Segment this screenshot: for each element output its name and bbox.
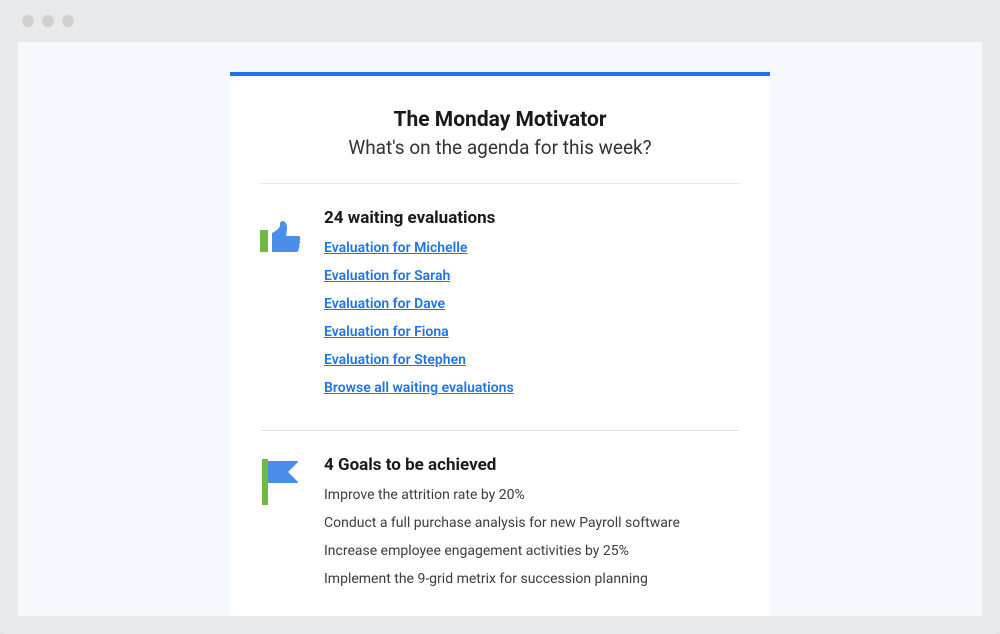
window-control-close[interactable] bbox=[22, 15, 34, 27]
goal-item: Increase employee engagement activities … bbox=[324, 543, 740, 559]
goal-item: Conduct a full purchase analysis for new… bbox=[324, 515, 740, 531]
email-subtitle: What's on the agenda for this week? bbox=[260, 136, 740, 159]
evaluation-link[interactable]: Evaluation for Michelle bbox=[324, 240, 467, 256]
window-titlebar bbox=[0, 0, 1000, 42]
evaluation-link[interactable]: Evaluation for Dave bbox=[324, 296, 445, 312]
browse-all-evaluations-link[interactable]: Browse all waiting evaluations bbox=[324, 380, 514, 396]
goals-section: 4 Goals to be achieved Improve the attri… bbox=[230, 431, 770, 616]
evaluations-list: Evaluation for Michelle Evaluation for S… bbox=[324, 240, 740, 396]
evaluation-link[interactable]: Evaluation for Fiona bbox=[324, 324, 449, 340]
email-title: The Monday Motivator bbox=[260, 108, 740, 132]
evaluation-link[interactable]: Evaluation for Stephen bbox=[324, 352, 466, 368]
goals-heading: 4 Goals to be achieved bbox=[324, 455, 740, 475]
evaluation-link[interactable]: Evaluation for Sarah bbox=[324, 268, 450, 284]
email-header: The Monday Motivator What's on the agend… bbox=[230, 76, 770, 183]
goal-item: Improve the attrition rate by 20% bbox=[324, 487, 740, 503]
flag-icon bbox=[260, 455, 302, 507]
window-control-maximize[interactable] bbox=[62, 15, 74, 27]
goal-item: Implement the 9-grid metrix for successi… bbox=[324, 571, 740, 587]
evaluations-section: 24 waiting evaluations Evaluation for Mi… bbox=[230, 184, 770, 430]
email-card: The Monday Motivator What's on the agend… bbox=[230, 72, 770, 616]
goals-list: Improve the attrition rate by 20% Conduc… bbox=[324, 487, 740, 587]
window-control-minimize[interactable] bbox=[42, 15, 54, 27]
goals-body: 4 Goals to be achieved Improve the attri… bbox=[324, 455, 740, 599]
page-canvas: The Monday Motivator What's on the agend… bbox=[18, 42, 982, 616]
window-frame: The Monday Motivator What's on the agend… bbox=[0, 0, 1000, 634]
evaluations-heading: 24 waiting evaluations bbox=[324, 208, 740, 228]
thumbs-up-icon bbox=[260, 208, 302, 254]
evaluations-body: 24 waiting evaluations Evaluation for Mi… bbox=[324, 208, 740, 408]
